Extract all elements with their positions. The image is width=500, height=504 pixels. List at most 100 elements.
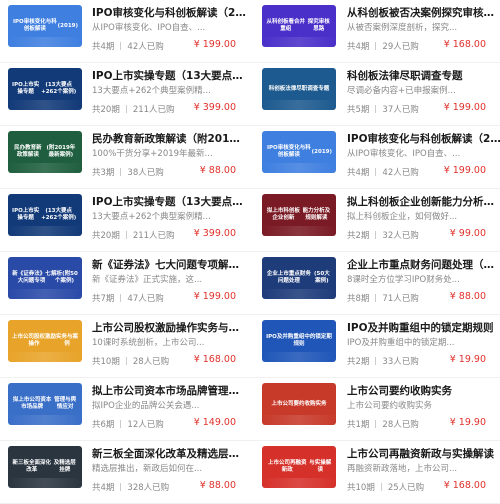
buyer-count: 37人已购: [382, 105, 419, 115]
course-title[interactable]: 企业上市重点财务问题处理（50...: [347, 257, 500, 272]
thumbnail-decoration: [262, 100, 336, 110]
course-card[interactable]: 上市公司要约收购实务 上市公司要约收购实务 上市公司要约收购实务 共1期 28人已购 ¥ …: [250, 378, 500, 441]
course-meta: 共8期 71人已购: [347, 292, 419, 304]
thumbnail-text: 能力分析及规则解读: [302, 208, 331, 221]
meta-divider: [375, 231, 377, 239]
course-meta: 共2期 33人已购: [347, 355, 419, 367]
course-meta: 共1期 28人已购: [347, 418, 419, 430]
course-thumbnail[interactable]: 上市公司再融资新政 与实操解读: [262, 446, 336, 488]
course-title[interactable]: 民办教育新政策解读（附2019...: [92, 131, 246, 146]
course-card[interactable]: IPO及并购重组中的锁定期规则 IPO及并购重组中的锁定期规则 IPO及并购重组中的…: [250, 315, 500, 378]
thumbnail-text: 拟上市公司资本市场品牌: [12, 397, 52, 410]
course-thumbnail[interactable]: 拟上市科创板企业创新 能力分析及规则解读: [262, 194, 336, 236]
meta-divider: [375, 105, 377, 113]
course-thumbnail[interactable]: 新三板全面深化改革 及精选层挂牌: [8, 446, 82, 488]
course-subtitle: 再融资新政落地，上市公司...: [347, 464, 458, 474]
buyer-count: 211人已购: [132, 105, 175, 115]
course-card[interactable]: IPO上市实操专题 (13大要点+262个案例) IPO上市实操专题（13大要点+2…: [0, 189, 250, 252]
course-price: ¥ 99.00: [449, 228, 486, 239]
course-title[interactable]: IPO审核变化与科创板解读（20...: [347, 131, 500, 146]
thumbnail-text: 实务与案例: [56, 334, 79, 347]
course-subtitle: 上市公司要约收购实务: [347, 401, 433, 411]
course-price: ¥ 199.00: [193, 39, 236, 50]
course-meta: 共10期 25人已购: [347, 481, 424, 493]
course-thumbnail[interactable]: IPO审核变化与科创板解读 (2019): [262, 131, 336, 173]
lesson-count: 共1期: [347, 420, 370, 430]
course-meta: 共4期 29人已购: [347, 40, 419, 52]
thumbnail-text: 新三板全面深化改革: [12, 460, 52, 473]
course-title[interactable]: 新三板全面深化改革及精选层挂...: [92, 446, 246, 461]
thumbnail-text: (附2019年最新案例): [46, 145, 76, 158]
course-title[interactable]: IPO上市实操专题（13大要点+2...: [92, 194, 246, 209]
course-card[interactable]: IPO审核变化与科创板解读 (2019) IPO审核变化与科创板解读（20... 从I…: [0, 0, 250, 63]
course-thumbnail[interactable]: 拟上市公司资本市场品牌 管理与舆情应对: [8, 383, 82, 425]
course-card[interactable]: 从科创板看合并重组 探究审核思路 从科创板被否决案例探究审核思路 从被否案例深度剖析，…: [250, 0, 500, 63]
course-title[interactable]: 上市公司要约收购实务: [347, 383, 500, 398]
course-thumbnail[interactable]: 上市公司要约收购实务: [262, 383, 336, 425]
course-meta: 共20期 211人已购: [92, 103, 175, 115]
course-thumbnail[interactable]: 科创板法律尽职调查专题: [262, 68, 336, 110]
thumbnail-decoration: [8, 478, 82, 488]
thumbnail-text: 企业上市重点财务问题处理: [266, 271, 311, 284]
course-title[interactable]: IPO审核变化与科创板解读（20...: [92, 5, 246, 20]
course-title[interactable]: IPO上市实操专题（13大要点+2...: [92, 68, 246, 83]
course-title[interactable]: 科创板法律尽职调查专题: [347, 68, 500, 83]
course-subtitle: 拟上科创板企业，如何做好...: [347, 212, 458, 222]
course-card[interactable]: 上市公司股权激励操作 实务与案例 上市公司股权激励操作实务与案例 10课时系统剖析，上…: [0, 315, 250, 378]
course-price: ¥ 19.90: [449, 417, 486, 428]
course-thumbnail[interactable]: 民办教育新政策解读 (附2019年最新案例): [8, 131, 82, 173]
course-thumbnail[interactable]: 新《证券法》七大问题专项 解析(附50个案例): [8, 257, 82, 299]
lesson-count: 共10期: [92, 357, 120, 367]
thumbnail-text: IPO审核变化与科创板解读: [12, 19, 57, 32]
buyer-count: 47人已购: [127, 294, 164, 304]
thumbnail-text: (2019): [311, 148, 332, 155]
thumbnail-text: IPO上市实操专题: [12, 82, 40, 95]
course-card[interactable]: 企业上市重点财务问题处理 (50大案例) 企业上市重点财务问题处理（50... 8课时…: [250, 252, 500, 315]
course-card[interactable]: 新三板全面深化改革 及精选层挂牌 新三板全面深化改革及精选层挂... 精选层推出，新政…: [0, 441, 250, 504]
buyer-count: 28人已购: [382, 420, 419, 430]
course-thumbnail[interactable]: 企业上市重点财务问题处理 (50大案例): [262, 257, 336, 299]
lesson-count: 共8期: [347, 294, 370, 304]
course-title[interactable]: 从科创板被否决案例探究审核思路: [347, 5, 500, 20]
course-title[interactable]: 新《证券法》七大问题专项解析...: [92, 257, 246, 272]
thumbnail-text: (13大要点+262个案例): [41, 208, 77, 221]
course-card[interactable]: 上市公司再融资新政 与实操解读 上市公司再融资新政与实操解读再融资新政落地，上市公司…: [250, 441, 500, 504]
course-meta: 共4期 328人已购: [92, 481, 169, 493]
meta-divider: [375, 168, 377, 176]
lesson-count: 共2期: [347, 357, 370, 367]
course-card[interactable]: 拟上市公司资本市场品牌 管理与舆情应对 拟上市公司资本市场品牌管理与... 拟IPO企…: [0, 378, 250, 441]
course-subtitle: 拟IPO企业的品牌公关会遇...: [92, 401, 200, 411]
course-thumbnail[interactable]: IPO审核变化与科创板解读 (2019): [8, 5, 82, 47]
course-card[interactable]: IPO审核变化与科创板解读 (2019) IPO审核变化与科创板解读（20... 从I…: [250, 126, 500, 189]
course-thumbnail[interactable]: IPO上市实操专题 (13大要点+262个案例): [8, 194, 82, 236]
course-meta: 共2期 32人已购: [347, 229, 419, 241]
thumbnail-text: 管理与舆情应对: [54, 397, 77, 410]
course-card[interactable]: IPO上市实操专题 (13大要点+262个案例) IPO上市实操专题（13大要点+2…: [0, 63, 250, 126]
course-card[interactable]: 新《证券法》七大问题专项 解析(附50个案例) 新《证券法》七大问题专项解析... 新…: [0, 252, 250, 315]
buyer-count: 12人已购: [127, 420, 164, 430]
meta-divider: [120, 42, 122, 50]
course-subtitle: IPO及并购重组中的锁定期...: [347, 338, 455, 348]
course-subtitle: 8课时全方位学习IPO财务处...: [347, 275, 460, 285]
course-card[interactable]: 民办教育新政策解读 (附2019年最新案例) 民办教育新政策解读（附2019... 1…: [0, 126, 250, 189]
course-subtitle: 10课时系统剖析，上市公司...: [92, 338, 205, 348]
lesson-count: 共2期: [347, 231, 370, 241]
course-price: ¥ 88.00: [199, 165, 236, 176]
course-thumbnail[interactable]: IPO及并购重组中的锁定期规则: [262, 320, 336, 362]
buyer-count: 38人已购: [127, 168, 164, 178]
course-subtitle: 100%干货分享+2019年最新...: [92, 149, 213, 159]
course-title[interactable]: 上市公司再融资新政与实操解读: [347, 446, 500, 461]
course-title[interactable]: 拟上市公司资本市场品牌管理与...: [92, 383, 246, 398]
course-thumbnail[interactable]: 从科创板看合并重组 探究审核思路: [262, 5, 336, 47]
course-thumbnail[interactable]: 上市公司股权激励操作 实务与案例: [8, 320, 82, 362]
meta-divider: [375, 420, 377, 428]
buyer-count: 29人已购: [382, 42, 419, 52]
course-title[interactable]: 拟上科创板企业创新能力分析及...: [347, 194, 500, 209]
course-card[interactable]: 拟上市科创板企业创新 能力分析及规则解读 拟上科创板企业创新能力分析及... 拟上科创…: [250, 189, 500, 252]
course-title[interactable]: 上市公司股权激励操作实务与案例: [92, 320, 246, 335]
course-card[interactable]: 科创板法律尽职调查专题 科创板法律尽职调查专题 尽调必备内容+已申报案例... 共5期…: [250, 63, 500, 126]
course-title[interactable]: IPO及并购重组中的锁定期规则: [347, 320, 500, 335]
course-thumbnail[interactable]: IPO上市实操专题 (13大要点+262个案例): [8, 68, 82, 110]
course-meta: 共6期 12人已购: [92, 418, 164, 430]
meta-divider: [375, 294, 377, 302]
